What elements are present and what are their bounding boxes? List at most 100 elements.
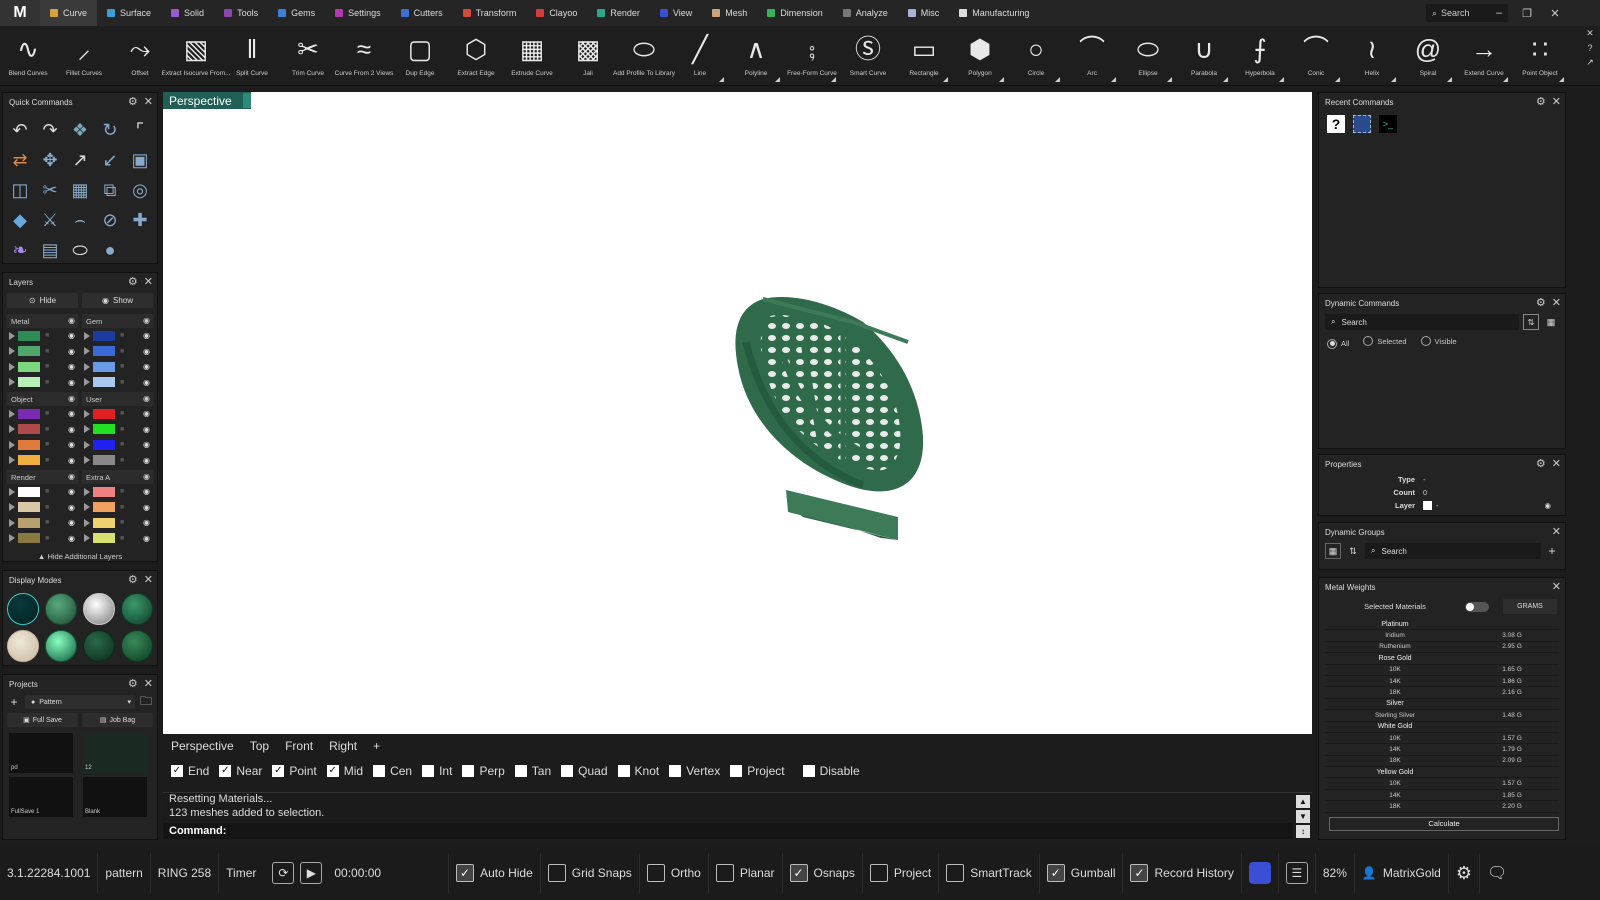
expand-icon[interactable] xyxy=(9,487,15,496)
folder-icon[interactable]: 🗀 xyxy=(139,694,153,709)
command-input[interactable]: Command: xyxy=(163,823,1293,839)
layer-group-render[interactable]: Render ◉ xyxy=(7,470,78,484)
units-button[interactable]: GRAMS xyxy=(1503,599,1557,614)
job-bag-button[interactable]: ▤ Job Bag xyxy=(82,713,153,727)
layer-group-object[interactable]: Object ◉ xyxy=(7,392,78,406)
eye-icon[interactable]: ◉ xyxy=(143,394,150,403)
menu-tab-manufacturing[interactable]: Manufacturing xyxy=(949,0,1039,26)
dropdown-corner-icon[interactable] xyxy=(943,77,948,82)
menu-tab-curve[interactable]: Curve xyxy=(40,0,98,26)
lock-icon[interactable]: ■ xyxy=(120,348,124,355)
dropdown-corner-icon[interactable] xyxy=(1503,77,1508,82)
tool-rectangle[interactable]: ▭ Rectangle xyxy=(896,26,952,86)
layer-color-swatch[interactable] xyxy=(93,517,115,528)
tool-polygon[interactable]: ⬢ Polygon xyxy=(952,26,1008,86)
layer-row[interactable]: ■ ◉ xyxy=(7,375,78,391)
user-account[interactable]: 👤 MatrixGold xyxy=(1355,853,1449,893)
tool-point-object[interactable]: ∷ Point Object xyxy=(1512,26,1568,86)
lock-icon[interactable]: ■ xyxy=(120,379,124,386)
osnap-disable[interactable]: Disable xyxy=(802,764,860,778)
sort-icon[interactable]: ⇅ xyxy=(1345,543,1361,559)
dropdown-corner-icon[interactable] xyxy=(1055,77,1060,82)
layer-row[interactable]: ■ ◉ xyxy=(82,359,153,375)
expand-icon[interactable] xyxy=(84,362,90,371)
osnap-knot[interactable]: Knot xyxy=(617,764,659,778)
eye-icon[interactable]: ◉ xyxy=(68,316,75,325)
close-icon[interactable]: ✕ xyxy=(1552,457,1561,470)
add-group-button[interactable]: + xyxy=(1545,544,1559,558)
layer-row[interactable]: ■ ◉ xyxy=(7,531,78,547)
expand-icon[interactable] xyxy=(9,425,15,434)
close-icon[interactable]: ✕ xyxy=(1546,4,1564,22)
layer-color-swatch[interactable] xyxy=(93,439,115,450)
eye-icon[interactable]: ◉ xyxy=(68,534,75,543)
osnap-point[interactable]: ✓ Point xyxy=(272,764,317,778)
layer-color-swatch[interactable] xyxy=(93,502,115,513)
osnap-checkbox[interactable]: ✓ xyxy=(272,765,285,777)
app-logo[interactable]: M xyxy=(0,0,40,26)
dropdown-corner-icon[interactable] xyxy=(1111,77,1116,82)
layer-row[interactable]: ■ ◉ xyxy=(82,515,153,531)
rendered-mode[interactable] xyxy=(121,593,153,625)
eye-icon[interactable]: ◉ xyxy=(68,347,75,356)
toggle-osnaps[interactable]: ✓ Osnaps xyxy=(783,853,863,893)
expand-icon[interactable] xyxy=(84,534,90,543)
layer-group-user[interactable]: User ◉ xyxy=(82,392,153,406)
tool-spiral[interactable]: @ Spiral xyxy=(1400,26,1456,86)
radio-button[interactable] xyxy=(1327,338,1337,349)
tool-jali[interactable]: ▩ Jali xyxy=(560,26,616,86)
scale-icon[interactable]: ↗ xyxy=(65,145,95,175)
layer-row[interactable]: ■ ◉ xyxy=(7,422,78,438)
view-tab-front[interactable]: Front xyxy=(285,739,313,753)
dropdown-corner-icon[interactable] xyxy=(1447,77,1452,82)
layer-row[interactable]: ■ ◉ xyxy=(82,437,153,453)
eye-icon[interactable]: ◉ xyxy=(143,331,150,340)
layer-color-swatch[interactable] xyxy=(18,408,40,419)
osnap-checkbox[interactable] xyxy=(617,765,630,777)
pick-icon[interactable]: ✚ xyxy=(125,205,155,235)
layer-color-swatch[interactable] xyxy=(18,377,40,388)
eye-icon[interactable]: ◉ xyxy=(68,378,75,387)
redo-icon[interactable]: ↷ xyxy=(35,115,65,145)
box-select-icon[interactable]: ▦ xyxy=(65,175,95,205)
layer-group-extra-a[interactable]: Extra A ◉ xyxy=(82,470,153,484)
tool-extend-curve[interactable]: → Extend Curve xyxy=(1456,26,1512,86)
scroll-up-icon[interactable]: ▲ xyxy=(1296,795,1310,808)
expand-icon[interactable] xyxy=(9,362,15,371)
eye-icon[interactable]: ◉ xyxy=(68,518,75,527)
lock-icon[interactable]: ■ xyxy=(45,426,49,433)
layer-color-swatch[interactable] xyxy=(1423,501,1432,510)
osnap-checkbox[interactable] xyxy=(422,765,435,777)
layer-row[interactable]: ■ ◉ xyxy=(7,484,78,500)
eye-icon[interactable]: ◉ xyxy=(143,503,150,512)
eye-icon[interactable]: ◉ xyxy=(68,331,75,340)
eye-icon[interactable]: ◉ xyxy=(68,440,75,449)
eye-icon[interactable]: ◉ xyxy=(143,316,150,325)
layer-color-swatch[interactable] xyxy=(18,330,40,341)
gear-icon[interactable]: ⚙ xyxy=(1536,296,1546,309)
menu-tab-gems[interactable]: Gems xyxy=(268,0,325,26)
view-tab-perspective[interactable]: Perspective xyxy=(171,739,234,753)
osnap-tan[interactable]: Tan xyxy=(514,764,551,778)
project-thumbnail[interactable]: Blank xyxy=(83,777,147,817)
layer-color-swatch[interactable] xyxy=(18,424,40,435)
lock-icon[interactable]: ■ xyxy=(120,457,124,464)
wireframe-mode[interactable] xyxy=(7,593,39,625)
layer-row[interactable]: ■ ◉ xyxy=(7,406,78,422)
eye-icon[interactable]: ◉ xyxy=(143,472,150,481)
layer-row[interactable]: ■ ◉ xyxy=(7,328,78,344)
eye-icon[interactable]: ◉ xyxy=(143,409,150,418)
dropdown-corner-icon[interactable] xyxy=(1279,77,1284,82)
tool-polyline[interactable]: ∧ Polyline xyxy=(728,26,784,86)
help-icon[interactable]: ? xyxy=(1327,115,1345,133)
undo-icon[interactable]: ↶ xyxy=(5,115,35,145)
close-icon[interactable]: ✕ xyxy=(144,573,153,586)
layer-row[interactable]: ■ ◉ xyxy=(7,500,78,516)
layer-row[interactable]: ■ ◉ xyxy=(7,437,78,453)
osnap-checkbox[interactable]: ✓ xyxy=(171,765,183,777)
expand-icon[interactable] xyxy=(84,378,90,387)
eye-icon[interactable]: ◉ xyxy=(143,347,150,356)
select-icon[interactable]: ▣ xyxy=(125,145,155,175)
expand-icon[interactable] xyxy=(9,440,15,449)
lock-icon[interactable]: ■ xyxy=(45,535,49,542)
